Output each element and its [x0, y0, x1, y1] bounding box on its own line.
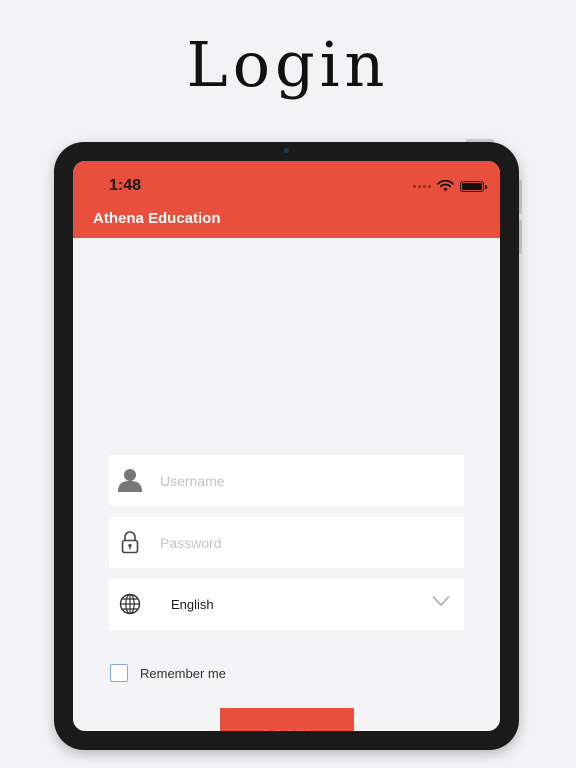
status-time: 1:48: [109, 177, 142, 194]
tablet-device: 1:48 Athena Education Username English R…: [54, 142, 519, 750]
login-button[interactable]: LOGIN: [220, 708, 354, 731]
lock-icon: [117, 529, 143, 555]
wifi-icon: [437, 180, 454, 192]
password-field-container: [109, 517, 464, 568]
remember-me-checkbox[interactable]: [110, 664, 128, 682]
language-value: English: [171, 597, 214, 612]
language-select[interactable]: English: [109, 579, 464, 630]
app-header: 1:48 Athena Education: [73, 161, 500, 238]
password-input[interactable]: [160, 517, 450, 568]
user-icon: [117, 467, 143, 493]
remember-me-row: Remember me: [110, 664, 226, 682]
signal-icon: [413, 184, 431, 188]
device-volume-down-button: [519, 220, 522, 254]
globe-icon: [117, 591, 143, 617]
app-screen: 1:48 Athena Education Username English R…: [73, 161, 500, 731]
chevron-down-icon: [432, 595, 450, 607]
battery-icon: [460, 180, 487, 192]
username-input[interactable]: [160, 455, 450, 506]
promo-title: Login: [186, 28, 390, 101]
remember-me-label[interactable]: Remember me: [140, 666, 226, 681]
device-volume-up-button: [519, 180, 522, 214]
username-field-container: [109, 455, 464, 506]
status-icons: [413, 179, 487, 193]
app-title: Athena Education: [93, 210, 221, 227]
camera-dot: [284, 148, 289, 153]
